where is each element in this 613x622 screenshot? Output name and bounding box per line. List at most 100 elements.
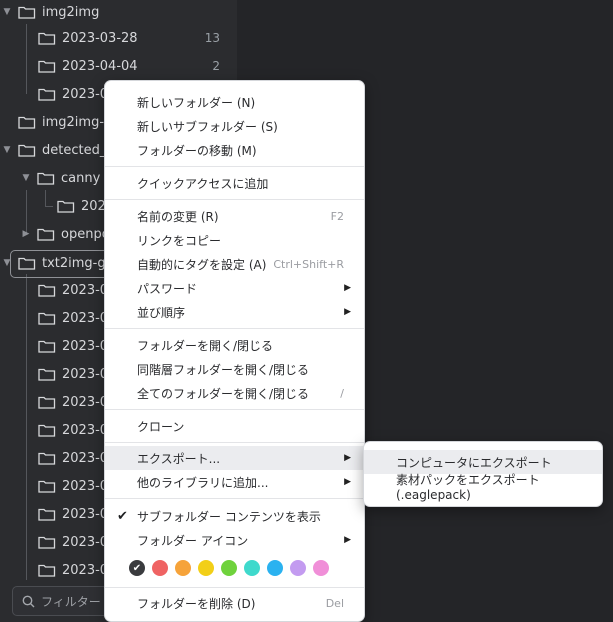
submenu-item-label: コンピュータにエクスポート: [396, 455, 552, 470]
tree-item[interactable]: img2img-g: [18, 110, 112, 134]
menu-item-new-folder[interactable]: 新しいフォルダー (N): [105, 90, 364, 114]
tree-guide: [26, 274, 27, 580]
tree-item[interactable]: 2023-03-28 13: [38, 26, 220, 50]
chevron-down-icon[interactable]: ▼: [2, 258, 12, 268]
color-swatch-orange[interactable]: [175, 560, 191, 576]
tree-item[interactable]: 2023-04-04 2: [38, 54, 220, 78]
tree-item[interactable]: ▶ openpo: [21, 222, 110, 246]
submenu-arrow-icon: ▶: [344, 307, 351, 317]
menu-item-label: フォルダーを開く/閉じる: [137, 338, 274, 353]
color-swatch-red[interactable]: [152, 560, 168, 576]
tree-item-img2img[interactable]: ▼ img2img: [2, 0, 100, 24]
folder-icon: [18, 116, 36, 129]
folder-icon: [38, 536, 56, 549]
menu-divider: [105, 199, 364, 200]
menu-item-delete-folder[interactable]: フォルダーを削除 (D) Del: [105, 591, 364, 615]
submenu-arrow-icon: ▶: [344, 477, 351, 487]
menu-item-toggle-folder[interactable]: フォルダーを開く/閉じる: [105, 333, 364, 357]
color-swatch-green[interactable]: [221, 560, 237, 576]
menu-item-move-folder[interactable]: フォルダーの移動 (M): [105, 138, 364, 162]
chevron-down-icon[interactable]: ▼: [2, 7, 12, 17]
check-icon: ✔: [132, 562, 142, 574]
menu-item-rename[interactable]: 名前の変更 (R) F2: [105, 204, 364, 228]
menu-item-label: 全てのフォルダーを開く/閉じる: [137, 386, 310, 401]
menu-item-label: 名前の変更 (R): [137, 209, 219, 224]
tree-item-label: img2img: [42, 4, 100, 20]
submenu-item-label: 素材パックをエクスポート(.eaglepack): [396, 472, 540, 502]
menu-item-label: パスワード: [137, 281, 198, 296]
folder-icon: [38, 284, 56, 297]
menu-item-label: フォルダー アイコン: [137, 533, 249, 548]
folder-icon: [38, 312, 56, 325]
menu-item-clone[interactable]: クローン: [105, 414, 364, 438]
tree-item-label: img2img-g: [42, 114, 113, 130]
menu-item-label: クイックアクセスに追加: [137, 176, 269, 191]
tree-guide: [26, 24, 27, 94]
item-count: 2: [212, 59, 220, 73]
menu-item-quick-access[interactable]: クイックアクセスに追加: [105, 171, 364, 195]
folder-icon: [38, 396, 56, 409]
menu-item-label: サブフォルダー コンテンツを表示: [137, 509, 321, 524]
menu-item-label: 新しいサブフォルダー (S): [137, 119, 278, 134]
tree-guide: [45, 206, 53, 207]
menu-item-folder-icon[interactable]: フォルダー アイコン ▶: [105, 528, 364, 552]
menu-divider: [105, 409, 364, 410]
folder-icon: [38, 88, 56, 101]
folder-icon: [37, 172, 55, 185]
menu-item-sort[interactable]: 並び順序 ▶: [105, 300, 364, 324]
folder-icon: [38, 424, 56, 437]
shortcut-label: Del: [325, 596, 344, 610]
menu-item-new-subfolder[interactable]: 新しいサブフォルダー (S): [105, 114, 364, 138]
menu-item-show-subfolder[interactable]: ✔ サブフォルダー コンテンツを表示: [105, 504, 364, 528]
menu-item-label: リンクをコピー: [137, 233, 222, 248]
menu-item-add-to-library[interactable]: 他のライブラリに追加... ▶: [105, 470, 364, 494]
folder-icon: [38, 60, 56, 73]
menu-divider: [105, 442, 364, 443]
filter-input[interactable]: フィルター: [12, 586, 114, 616]
folder-icon: [38, 508, 56, 521]
item-count: 13: [204, 31, 220, 45]
menu-item-label: 他のライブラリに追加...: [137, 475, 269, 490]
menu-item-copy-link[interactable]: リンクをコピー: [105, 228, 364, 252]
submenu-arrow-icon: ▶: [344, 283, 351, 293]
menu-item-auto-tag[interactable]: 自動的にタグを設定 (A) Ctrl+Shift+R: [105, 252, 364, 276]
folder-icon: [38, 564, 56, 577]
tree-item-label: openpo: [61, 226, 110, 242]
color-swatch-none[interactable]: ✔: [129, 560, 145, 576]
color-swatch-yellow[interactable]: [198, 560, 214, 576]
menu-divider: [105, 328, 364, 329]
folder-icon: [38, 452, 56, 465]
filter-placeholder: フィルター: [41, 594, 101, 609]
folder-icon: [38, 480, 56, 493]
shortcut-label: F2: [330, 209, 344, 223]
chevron-right-icon[interactable]: ▶: [21, 229, 31, 239]
menu-item-label: フォルダーを削除 (D): [137, 596, 256, 611]
menu-item-label: 新しいフォルダー (N): [137, 95, 256, 110]
menu-item-label: クローン: [137, 419, 185, 434]
tree-item-label: canny: [61, 170, 101, 186]
menu-item-password[interactable]: パスワード ▶: [105, 276, 364, 300]
submenu-arrow-icon: ▶: [344, 453, 351, 463]
menu-item-toggle-all[interactable]: 全てのフォルダーを開く/閉じる /: [105, 381, 364, 405]
folder-icon: [38, 340, 56, 353]
tree-item-selected[interactable]: ▼ txt2img-gri: [2, 251, 115, 275]
submenu-item-export-pack[interactable]: 素材パックをエクスポート(.eaglepack): [364, 473, 602, 502]
folder-icon: [18, 144, 36, 157]
chevron-down-icon[interactable]: ▼: [2, 145, 12, 155]
color-swatch-pink[interactable]: [313, 560, 329, 576]
shortcut-label: /: [340, 386, 344, 400]
tree-item[interactable]: ▼ detected_m: [2, 138, 119, 162]
menu-item-export[interactable]: エクスポート... ▶: [105, 446, 364, 470]
tree-item-label: 2023-04-04: [62, 58, 138, 74]
menu-item-label: 同階層フォルダーを開く/閉じる: [137, 362, 310, 377]
color-swatch-teal[interactable]: [244, 560, 260, 576]
color-swatch-purple[interactable]: [290, 560, 306, 576]
folder-icon: [37, 228, 55, 241]
tree-item[interactable]: ▼ canny: [21, 166, 101, 190]
color-swatch-blue[interactable]: [267, 560, 283, 576]
menu-item-toggle-same-level[interactable]: 同階層フォルダーを開く/閉じる: [105, 357, 364, 381]
export-submenu: コンピュータにエクスポート 素材パックをエクスポート(.eaglepack): [363, 441, 603, 507]
menu-item-label: エクスポート...: [137, 451, 221, 466]
tree-guide: [45, 190, 46, 206]
chevron-down-icon[interactable]: ▼: [21, 173, 31, 183]
